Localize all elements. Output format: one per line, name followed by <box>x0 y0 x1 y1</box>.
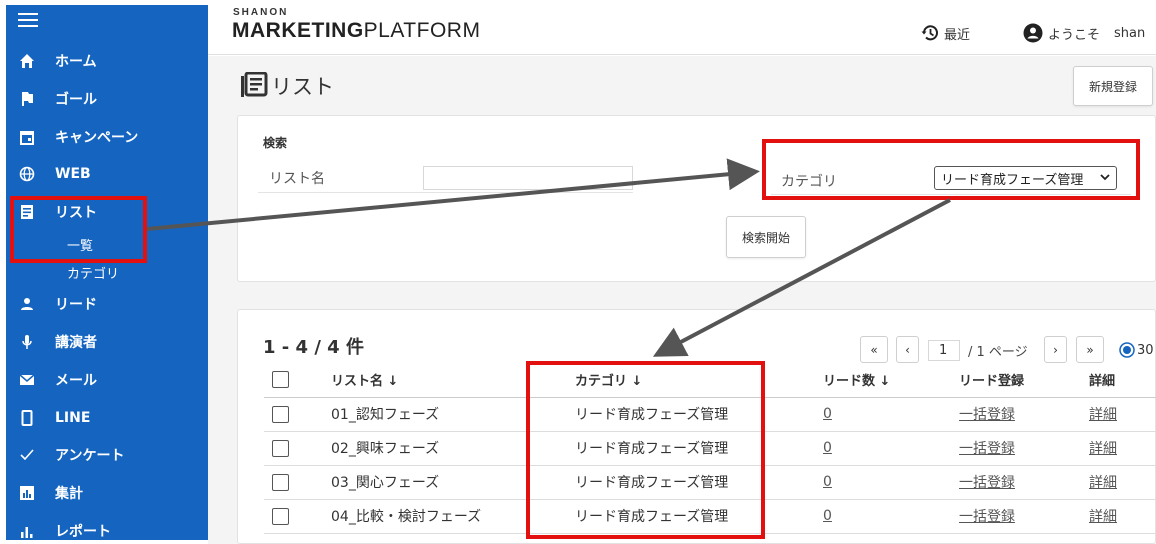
annotation-arrows <box>146 158 951 357</box>
arrow-sidebar-to-category <box>146 158 760 231</box>
arrow-category-to-column <box>652 198 951 357</box>
